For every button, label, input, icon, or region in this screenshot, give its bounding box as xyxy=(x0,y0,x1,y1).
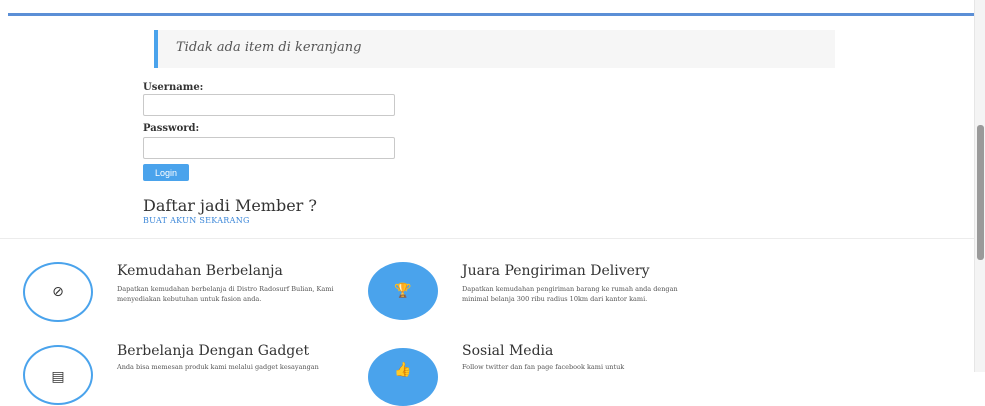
feature-icon-circle: 👍 xyxy=(368,348,438,406)
feature-icon-circle: ⊘ xyxy=(23,262,93,322)
feature-description: Anda bisa memesan produk kami melalui ga… xyxy=(117,363,319,371)
member-heading: Daftar jadi Member ? xyxy=(143,196,317,215)
create-account-link[interactable]: BUAT AKUN SEKARANG xyxy=(143,216,250,225)
section-divider xyxy=(0,238,975,239)
feature-description: Follow twitter dan fan page facebook kam… xyxy=(462,363,625,371)
check-circle-icon: ⊘ xyxy=(52,284,64,300)
password-input[interactable] xyxy=(143,137,395,159)
feature-title: Sosial Media xyxy=(462,343,554,359)
feature-title: Juara Pengiriman Delivery xyxy=(462,263,650,279)
scrollbar-thumb[interactable] xyxy=(977,125,984,260)
cart-empty-notice: Tidak ada item di keranjang xyxy=(154,30,835,68)
cart-empty-message: Tidak ada item di keranjang xyxy=(176,40,362,55)
scrollbar-track[interactable] xyxy=(974,0,985,372)
username-input[interactable] xyxy=(143,94,395,116)
feature-title: Kemudahan Berbelanja xyxy=(117,263,283,279)
password-label: Password: xyxy=(143,123,200,134)
feature-description: Dapatkan kemudahan berbelanja di Distro … xyxy=(117,285,334,303)
thumbs-up-icon: 👍 xyxy=(394,362,412,378)
feature-title: Berbelanja Dengan Gadget xyxy=(117,343,310,359)
feature-icon-circle: ▤ xyxy=(23,345,93,405)
tablet-icon: ▤ xyxy=(51,369,65,385)
username-label: Username: xyxy=(143,82,204,93)
trophy-icon: 🏆 xyxy=(394,283,412,299)
login-button[interactable]: Login xyxy=(143,164,189,181)
feature-description: Dapatkan kemudahan pengiriman barang ke … xyxy=(462,285,678,303)
feature-icon-circle: 🏆 xyxy=(368,262,438,320)
top-accent-bar xyxy=(8,13,977,16)
